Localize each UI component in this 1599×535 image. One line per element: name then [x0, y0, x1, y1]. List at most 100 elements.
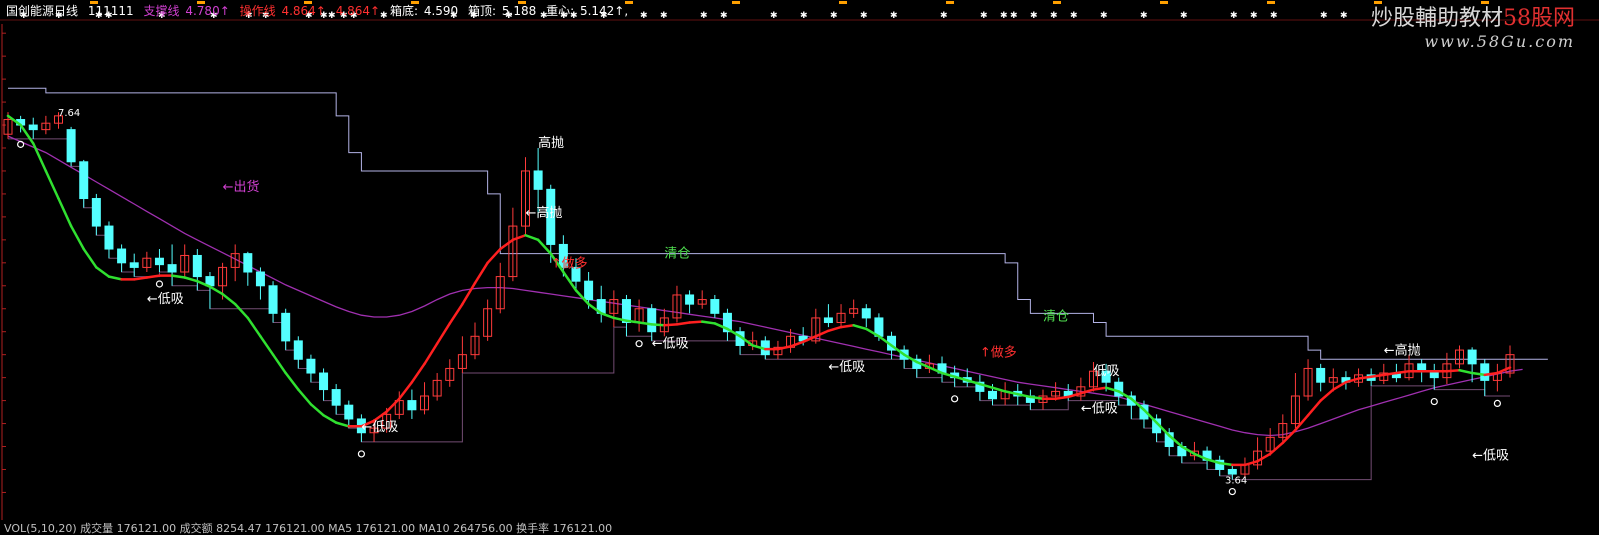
star-marker: ✱: [720, 11, 728, 21]
candle-body: [1467, 349, 1477, 365]
signal-circle: [357, 450, 366, 458]
operate-line-segment: [511, 234, 527, 242]
signal-label: ←出货: [223, 179, 260, 195]
operate-line-segment: [309, 403, 325, 417]
operate-line-segment: [334, 421, 351, 428]
star-marker: ✱: [1070, 11, 1078, 21]
star-marker: ✱: [1030, 11, 1038, 21]
indicator-header: 国创能源日线 111111 支撑线 4.780↑ 操作线 4.864↑ 4.86…: [6, 3, 634, 19]
candle-body: [407, 400, 417, 411]
operate-line-segment: [1306, 399, 1322, 417]
candle-body: [268, 285, 278, 314]
operate-line-segment: [524, 234, 540, 242]
operate-line-segment: [398, 380, 414, 401]
candle-body: [129, 262, 139, 268]
operate-line-segment: [1256, 452, 1272, 463]
signal-label: 清仓: [1043, 310, 1069, 325]
candle-body: [584, 280, 594, 301]
signal-label: ←高抛: [1384, 343, 1421, 359]
operate-line-segment: [183, 276, 199, 283]
operate-line-segment: [486, 247, 502, 265]
star-marker: ✱: [1140, 11, 1148, 21]
signal-circle: [951, 395, 959, 403]
star-marker: ✱: [1010, 11, 1018, 21]
operate-line-segment: [385, 397, 401, 413]
operate-line-segment: [57, 197, 73, 228]
top-marker: [1053, 1, 1061, 4]
star-marker: ✱: [1320, 11, 1328, 21]
candlestick-chart: ✱ ✱ ✱ ✱ ✱ ✱ ✱ ✱ ✱ ✱ ✱ ✱ ✱ ✱ ✱ ✱ ✱ ✱ ✱ ✱ ✱ ✱ ✱ ✱ ✱ ✱ ✱ ✱ ✱ ✱ ✱ ✱ ✱ ✱ ✱ ✱ ✱ ✱ ✱ ✱…: [0, 1, 1599, 520]
candle-body: [988, 390, 998, 400]
stock-name: 国创能源: [6, 4, 55, 18]
operate-line-segment: [107, 275, 123, 281]
operate-line-segment: [473, 261, 489, 285]
star-marker: ✱: [1230, 11, 1238, 21]
operate-line-segment: [69, 224, 85, 251]
operate-line-segment: [789, 340, 805, 348]
candle-body: [66, 129, 76, 163]
stock-code: 111111: [87, 4, 134, 18]
operate-line-segment: [423, 342, 439, 366]
operate-line-segment: [1243, 459, 1259, 467]
candle-body: [685, 294, 695, 305]
operate-line-segment: [246, 316, 262, 338]
top-marker: [1374, 1, 1382, 4]
top-marker: [732, 1, 740, 4]
price-mark: 7.64: [58, 108, 80, 119]
operate-label: 操作线: [239, 4, 276, 18]
operate-line-segment: [221, 292, 237, 306]
operate-line-segment: [297, 388, 313, 406]
star-marker: ✱: [770, 11, 778, 21]
candle-body: [1480, 363, 1490, 381]
watermark: 炒股輔助教材58股网 www.58Gu.com: [1371, 6, 1575, 52]
candle-body: [117, 248, 127, 264]
star-marker: ✱: [1340, 11, 1348, 21]
watermark-title: 炒股輔助教材: [1370, 6, 1503, 31]
operate-line-segment: [688, 320, 704, 324]
watermark-url: www.58Gu.com: [1424, 32, 1575, 51]
candle-body: [823, 317, 833, 324]
operate-line-segment: [663, 323, 679, 327]
candle-body: [293, 340, 303, 360]
operate-line-segment: [95, 266, 111, 278]
signal-label: ←低吸: [361, 420, 398, 435]
top-marker: [1481, 1, 1489, 4]
operate-value-2: 4.864↑: [335, 4, 381, 18]
top-marker: [946, 1, 954, 4]
operate-line-segment: [1268, 441, 1285, 456]
operate-line-segment: [44, 169, 60, 200]
signal-label: ↑做多: [980, 345, 1017, 361]
center-label: 重心:: [546, 4, 575, 18]
operate-line-segment: [82, 247, 98, 269]
operate-line-segment: [233, 302, 250, 320]
operate-line-segment: [599, 312, 616, 320]
price-mark: 3.64: [1225, 476, 1247, 487]
top-marker: [839, 1, 847, 4]
signal-circle: [1430, 397, 1438, 406]
operate-line-segment: [145, 274, 161, 279]
star-marker: ✱: [660, 11, 668, 21]
signal-label: 高抛: [538, 135, 564, 151]
candle-body: [331, 389, 341, 406]
candle-body: [255, 271, 265, 287]
operate-line-segment: [1294, 414, 1310, 432]
operate-line-segment: [1445, 369, 1461, 373]
operate-line-segment: [1281, 428, 1297, 445]
candle-body: [167, 264, 177, 273]
operate-line-segment: [435, 322, 452, 345]
candle-body: [861, 308, 871, 319]
operate-line-segment: [208, 285, 224, 296]
operate-line-segment: [31, 142, 48, 173]
operate-line-segment: [650, 323, 666, 327]
operate-line-segment: [499, 238, 515, 251]
candle-body: [533, 170, 543, 190]
star-marker: ✱: [1050, 11, 1058, 21]
operate-line-segment: [410, 362, 426, 384]
star-marker: ✱: [1100, 11, 1108, 21]
star-marker: ✱: [890, 11, 898, 21]
signal-label: 低吸: [1093, 364, 1119, 379]
box-top-value: 5.188: [501, 4, 537, 18]
candle-body: [1316, 367, 1326, 383]
box-bottom-label: 箱底:: [389, 4, 418, 18]
operate-line-segment: [284, 371, 300, 391]
